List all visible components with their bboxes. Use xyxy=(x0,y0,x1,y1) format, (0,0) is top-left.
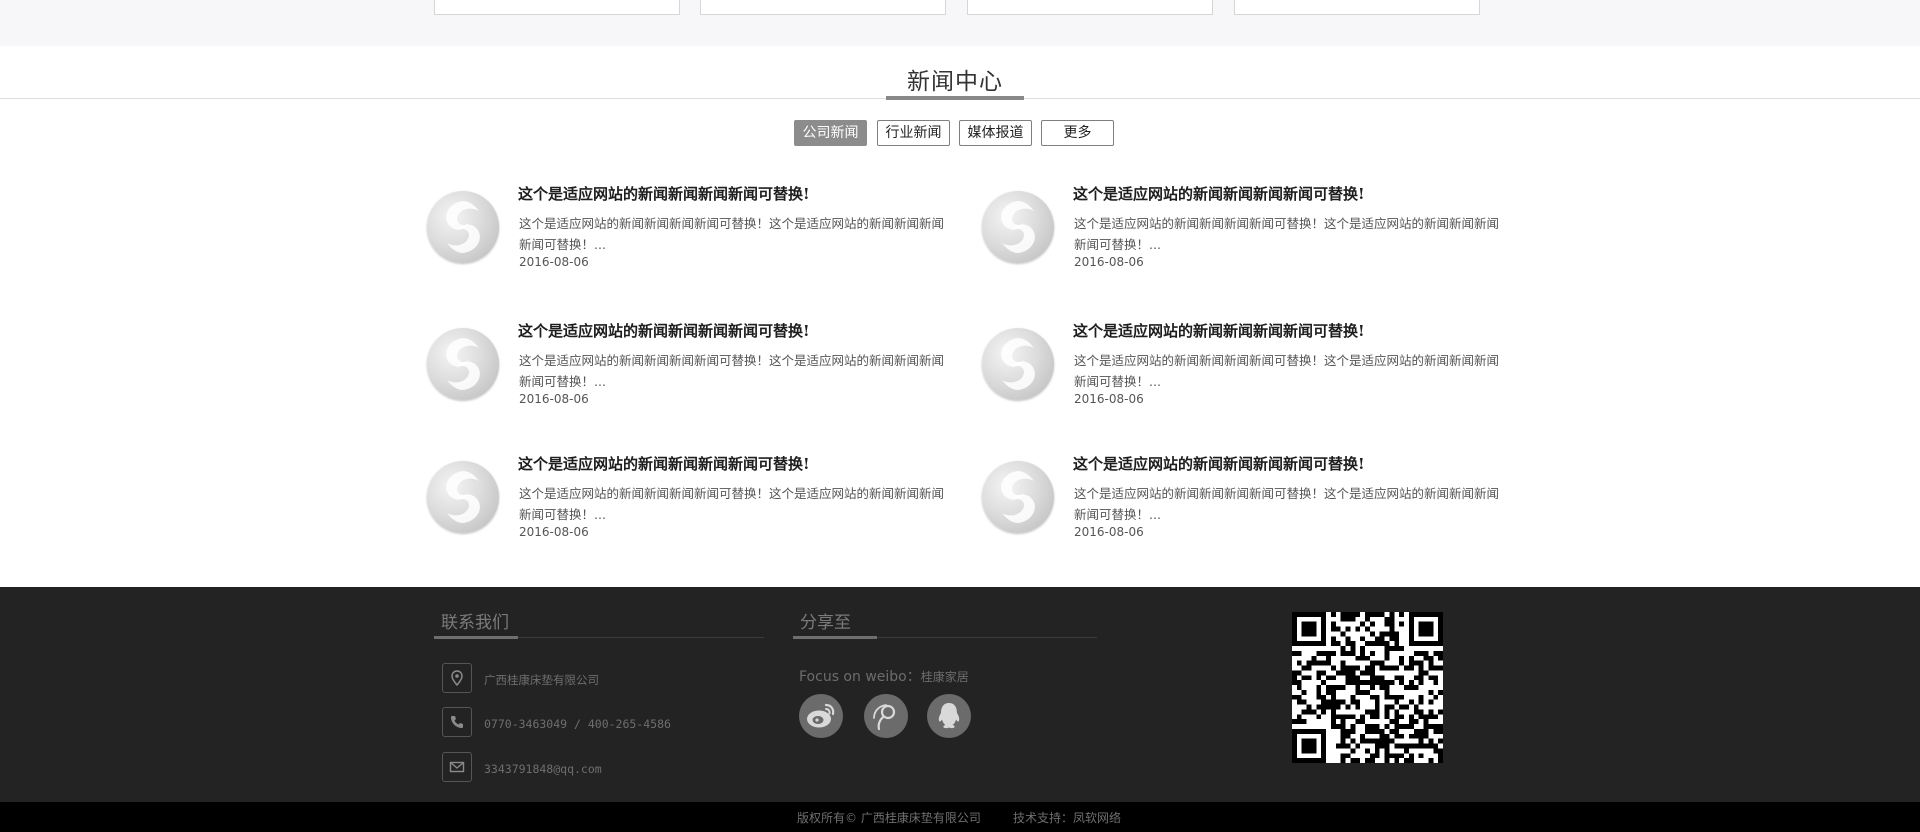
share-heading-accent xyxy=(793,636,877,639)
news-date: 2016-08-06 xyxy=(519,255,589,269)
news-title[interactable]: 这个是适应网站的新闻新闻新闻新闻可替换! xyxy=(518,183,810,204)
news-summary: 这个是适应网站的新闻新闻新闻新闻可替换！这个是适应网站的新闻新闻新闻新闻可替换！… xyxy=(1074,216,1500,252)
news-item[interactable]: 这个是适应网站的新闻新闻新闻新闻可替换! 这个是适应网站的新闻新闻新闻新闻可替换… xyxy=(427,320,947,420)
weibo-icon[interactable] xyxy=(799,694,843,738)
qq-icon[interactable] xyxy=(927,694,971,738)
news-title[interactable]: 这个是适应网站的新闻新闻新闻新闻可替换! xyxy=(1073,183,1365,204)
news-item[interactable]: 这个是适应网站的新闻新闻新闻新闻可替换! 这个是适应网站的新闻新闻新闻新闻可替换… xyxy=(982,453,1502,553)
phone-number: 0770-3463049 / 400-265-4586 xyxy=(484,717,671,731)
company-name: 广西桂康床垫有限公司 xyxy=(484,673,599,687)
top-card[interactable] xyxy=(700,0,946,15)
news-title[interactable]: 这个是适应网站的新闻新闻新闻新闻可替换! xyxy=(1073,320,1365,341)
share-heading: 分享至 xyxy=(800,613,851,633)
news-date: 2016-08-06 xyxy=(1074,525,1144,539)
news-date: 2016-08-06 xyxy=(1074,255,1144,269)
news-date: 2016-08-06 xyxy=(519,525,589,539)
contact-heading-accent xyxy=(434,636,518,639)
news-title[interactable]: 这个是适应网站的新闻新闻新闻新闻可替换! xyxy=(1073,453,1365,474)
news-thumbnail[interactable] xyxy=(427,191,499,263)
news-summary: 这个是适应网站的新闻新闻新闻新闻可替换！这个是适应网站的新闻新闻新闻新闻可替换！… xyxy=(519,353,945,389)
tab-company-news[interactable]: 公司新闻 xyxy=(794,120,867,146)
section-title-underline xyxy=(886,96,1024,100)
top-card[interactable] xyxy=(967,0,1213,15)
tab-media-reports[interactable]: 媒体报道 xyxy=(959,120,1032,146)
contact-heading: 联系我们 xyxy=(441,613,509,633)
news-summary: 这个是适应网站的新闻新闻新闻新闻可替换！这个是适应网站的新闻新闻新闻新闻可替换！… xyxy=(1074,353,1500,389)
news-summary: 这个是适应网站的新闻新闻新闻新闻可替换！这个是适应网站的新闻新闻新闻新闻可替换！… xyxy=(1074,486,1500,522)
email-address[interactable]: 3343791848@qq.com xyxy=(484,762,602,776)
news-thumbnail[interactable] xyxy=(427,328,499,400)
phone-icon xyxy=(442,707,472,737)
location-icon xyxy=(442,663,472,693)
news-summary: 这个是适应网站的新闻新闻新闻新闻可替换！这个是适应网站的新闻新闻新闻新闻可替换！… xyxy=(519,486,945,522)
news-thumbnail[interactable] xyxy=(982,461,1054,533)
qr-code xyxy=(1292,612,1443,763)
news-thumbnail[interactable] xyxy=(982,191,1054,263)
copyright-text: 版权所有© 广西桂康床垫有限公司 xyxy=(797,811,981,825)
tencent-weibo-icon[interactable] xyxy=(864,694,908,738)
focus-weibo: Focus on weibo：桂康家居 xyxy=(799,666,969,686)
top-card[interactable] xyxy=(434,0,680,15)
top-strip xyxy=(0,0,1920,46)
news-date: 2016-08-06 xyxy=(519,392,589,406)
news-summary: 这个是适应网站的新闻新闻新闻新闻可替换！这个是适应网站的新闻新闻新闻新闻可替换！… xyxy=(519,216,945,252)
news-title[interactable]: 这个是适应网站的新闻新闻新闻新闻可替换! xyxy=(518,453,810,474)
news-thumbnail[interactable] xyxy=(427,461,499,533)
tech-support-link[interactable]: 技术支持：凤软网络 xyxy=(1013,809,1121,826)
news-item[interactable]: 这个是适应网站的新闻新闻新闻新闻可替换! 这个是适应网站的新闻新闻新闻新闻可替换… xyxy=(982,320,1502,420)
news-item[interactable]: 这个是适应网站的新闻新闻新闻新闻可替换! 这个是适应网站的新闻新闻新闻新闻可替换… xyxy=(982,183,1502,283)
focus-account[interactable]: 桂康家居 xyxy=(921,670,969,684)
news-title[interactable]: 这个是适应网站的新闻新闻新闻新闻可替换! xyxy=(518,320,810,341)
top-card[interactable] xyxy=(1234,0,1480,15)
news-date: 2016-08-06 xyxy=(1074,392,1144,406)
tab-industry-news[interactable]: 行业新闻 xyxy=(877,120,950,146)
news-thumbnail[interactable] xyxy=(982,328,1054,400)
section-title: 新闻中心 xyxy=(907,69,1003,95)
news-item[interactable]: 这个是适应网站的新闻新闻新闻新闻可替换! 这个是适应网站的新闻新闻新闻新闻可替换… xyxy=(427,183,947,283)
tab-more[interactable]: 更多 xyxy=(1041,120,1114,146)
email-icon xyxy=(442,752,472,782)
focus-label: Focus on weibo： xyxy=(799,669,921,685)
news-item[interactable]: 这个是适应网站的新闻新闻新闻新闻可替换! 这个是适应网站的新闻新闻新闻新闻可替换… xyxy=(427,453,947,553)
